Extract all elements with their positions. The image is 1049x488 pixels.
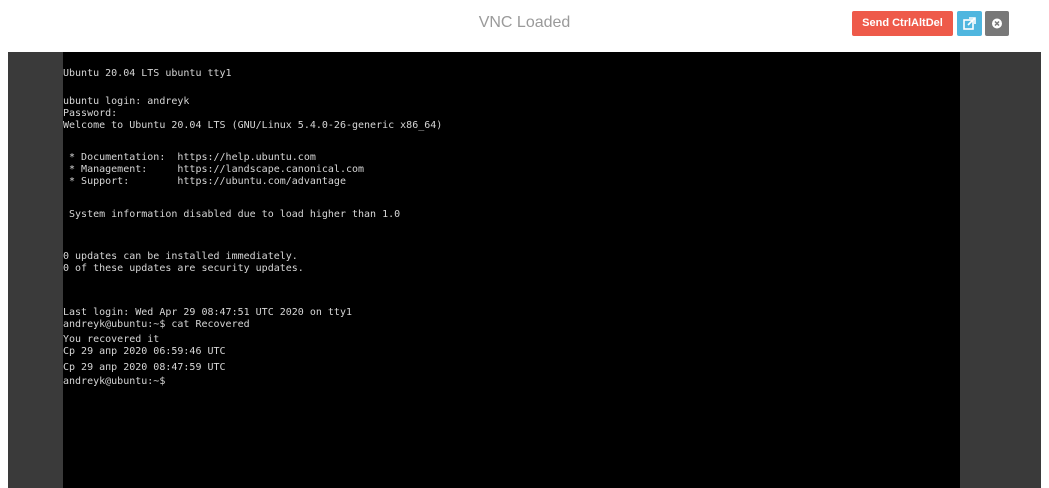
console-line: Ср 29 апр 2020 08:47:59 UTC [63,362,226,373]
console-line: ubuntu login: andreyk [63,96,190,107]
vnc-console[interactable]: Ubuntu 20.04 LTS ubuntu tty1 ubuntu logi… [63,52,960,488]
console-line: andreyk@ubuntu:~$ [63,376,166,387]
console-line: Password: [63,108,118,119]
popout-button[interactable] [957,11,982,36]
console-line: Welcome to Ubuntu 20.04 LTS (GNU/Linux 5… [63,120,443,131]
console-line: Ubuntu 20.04 LTS ubuntu tty1 [63,68,232,79]
send-ctrlaltdel-button[interactable]: Send CtrlAltDel [852,11,953,36]
close-circle-icon [992,18,1002,29]
external-link-icon [963,17,976,30]
vnc-toolbar: VNC Loaded Send CtrlAltDel [0,0,1049,45]
console-line: You recovered it [63,334,160,345]
console-line: Last login: Wed Apr 29 08:47:51 UTC 2020… [63,307,352,318]
console-line: andreyk@ubuntu:~$ cat Recovered [63,319,250,330]
console-line: System information disabled due to load … [63,209,401,220]
close-button[interactable] [985,11,1009,36]
console-line: * Support: https://ubuntu.com/advantage [63,176,346,187]
console-line: 0 of these updates are security updates. [63,263,304,274]
console-line: Ср 29 апр 2020 06:59:46 UTC [63,346,226,357]
console-line: * Documentation: https://help.ubuntu.com [63,152,316,163]
console-line: 0 updates can be installed immediately. [63,251,298,262]
console-line: * Management: https://landscape.canonica… [63,164,365,175]
